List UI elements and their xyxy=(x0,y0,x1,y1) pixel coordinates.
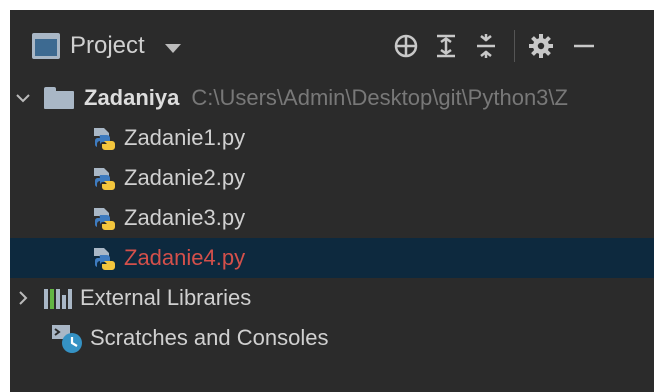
scratches-label: Scratches and Consoles xyxy=(90,325,329,350)
chevron-down-icon[interactable] xyxy=(12,87,34,109)
project-tree: Zadaniya C:\Users\Admin\Desktop\git\Pyth… xyxy=(10,78,654,358)
tree-root-zadaniya[interactable]: Zadaniya C:\Users\Admin\Desktop\git\Pyth… xyxy=(10,78,654,118)
libraries-icon xyxy=(44,287,74,309)
tree-file-item[interactable]: Zadanie1.py xyxy=(10,118,654,158)
scratches-icon xyxy=(52,325,82,353)
python-file-icon xyxy=(94,168,115,190)
top-edge xyxy=(0,0,654,10)
project-view-label[interactable]: Project xyxy=(70,32,145,60)
root-folder-path: C:\Users\Admin\Desktop\git\Python3\Z xyxy=(191,85,568,110)
gear-icon[interactable] xyxy=(525,30,557,62)
root-folder-name: Zadaniya xyxy=(84,85,180,110)
tree-scratches-and-consoles[interactable]: Scratches and Consoles xyxy=(10,318,654,358)
external-libraries-label: External Libraries xyxy=(80,285,252,310)
project-window-icon xyxy=(32,33,60,59)
collapse-all-icon[interactable] xyxy=(470,30,502,62)
folder-icon xyxy=(44,87,74,109)
tree-external-libraries[interactable]: External Libraries xyxy=(10,278,654,318)
python-file-icon xyxy=(94,248,115,270)
header-toolbar xyxy=(390,18,605,74)
python-file-icon xyxy=(94,208,115,230)
project-header: Project xyxy=(10,18,654,74)
expand-all-icon[interactable] xyxy=(430,30,462,62)
file-name: Zadanie4.py xyxy=(124,245,246,270)
minimize-icon[interactable] xyxy=(565,30,597,62)
tree-file-item[interactable]: Zadanie2.py xyxy=(10,158,654,198)
chevron-right-icon[interactable] xyxy=(12,287,34,309)
view-dropdown-icon[interactable] xyxy=(164,43,181,53)
project-tool-window: Project Zadaniya C:\Users\Admin\Desktop\… xyxy=(0,0,654,392)
file-name: Zadanie2.py xyxy=(124,165,246,190)
file-name: Zadanie1.py xyxy=(124,125,246,150)
locate-icon[interactable] xyxy=(390,30,422,62)
file-name: Zadanie3.py xyxy=(124,205,246,230)
tree-file-item[interactable]: Zadanie3.py xyxy=(10,198,654,238)
left-edge xyxy=(0,0,10,392)
tree-file-item-selected[interactable]: Zadanie4.py xyxy=(10,238,654,278)
toolbar-separator xyxy=(514,30,515,62)
python-file-icon xyxy=(94,128,115,150)
